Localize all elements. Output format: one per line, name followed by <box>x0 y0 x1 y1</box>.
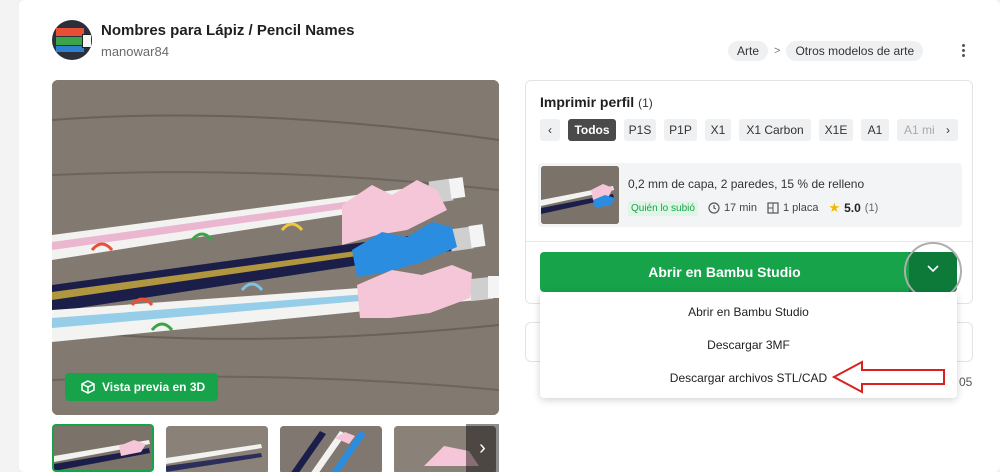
plate-count: 1 placa <box>767 202 818 214</box>
plate-icon <box>767 202 779 214</box>
thumbnail-2[interactable] <box>166 426 268 472</box>
thumbnail-strip <box>52 424 499 472</box>
thumbnail-1[interactable] <box>52 424 154 472</box>
profile-meta: Quién lo subió 17 min 1 placa ★ 5.0 (1) <box>628 200 878 216</box>
profile-thumbnail <box>541 166 619 224</box>
star-icon: ★ <box>828 200 841 215</box>
profile-description: 0,2 mm de capa, 2 paredes, 15 % de relle… <box>628 177 865 191</box>
menu-item-open-bambu[interactable]: Abrir en Bambu Studio <box>540 295 957 329</box>
breadcrumb-item-arte[interactable]: Arte <box>728 41 769 61</box>
breadcrumb-separator: > <box>774 45 781 57</box>
thumbnail-next-button[interactable]: › <box>466 424 499 472</box>
partial-text: 05 <box>959 375 973 389</box>
author-name[interactable]: manowar84 <box>101 44 169 59</box>
breadcrumb: Arte > Otros modelos de arte <box>728 41 924 61</box>
print-profile-heading: Imprimir perfil (1) <box>540 94 653 110</box>
print-time-value: 17 min <box>723 202 757 214</box>
filter-prev-button[interactable]: ‹ <box>540 119 560 141</box>
preview-3d-button[interactable]: Vista previa en 3D <box>65 373 218 401</box>
pencils-image <box>52 80 499 415</box>
rating-value: 5.0 <box>844 201 861 215</box>
print-profile-title: Imprimir perfil <box>540 94 635 110</box>
model-title: Nombres para Lápiz / Pencil Names <box>101 22 355 39</box>
breadcrumb-item-otros[interactable]: Otros modelos de arte <box>786 41 924 61</box>
print-time: 17 min <box>708 202 757 214</box>
main-model-photo[interactable] <box>52 80 499 415</box>
filter-x1[interactable]: X1 <box>705 119 731 141</box>
avatar[interactable] <box>52 20 92 60</box>
filter-p1s[interactable]: P1S <box>624 119 656 141</box>
rating: ★ 5.0 (1) <box>828 200 878 216</box>
filter-p1p[interactable]: P1P <box>664 119 697 141</box>
more-options-icon[interactable] <box>956 42 970 60</box>
filter-a1-mini[interactable]: A1 mi <box>897 119 941 141</box>
print-profile-count: (1) <box>638 96 653 110</box>
preview-3d-label: Vista previa en 3D <box>102 380 206 394</box>
filter-a1[interactable]: A1 <box>861 119 889 141</box>
profile-card[interactable]: 0,2 mm de capa, 2 paredes, 15 % de relle… <box>538 163 962 227</box>
menu-item-download-3mf[interactable]: Descargar 3MF <box>540 328 957 362</box>
rating-count: (1) <box>864 202 879 214</box>
filter-x1-carbon[interactable]: X1 Carbon <box>739 119 811 141</box>
clock-icon <box>708 202 720 214</box>
thumbnail-3[interactable] <box>280 426 382 472</box>
cube-icon <box>81 380 95 394</box>
uploader-tag: Quién lo subió <box>628 200 698 216</box>
filter-x1e[interactable]: X1E <box>819 119 853 141</box>
red-arrow-annotation <box>832 360 945 394</box>
filter-todos[interactable]: Todos <box>568 119 616 141</box>
panel-divider <box>526 241 972 242</box>
printer-filter-bar: ‹ Todos P1S P1P X1 X1 Carbon X1E A1 A1 m… <box>540 119 960 141</box>
filter-next-button[interactable]: › <box>938 119 958 141</box>
open-in-bambu-studio-button[interactable]: Abrir en Bambu Studio <box>540 252 909 292</box>
plate-count-value: 1 placa <box>782 202 819 214</box>
chevron-down-icon <box>927 265 939 273</box>
